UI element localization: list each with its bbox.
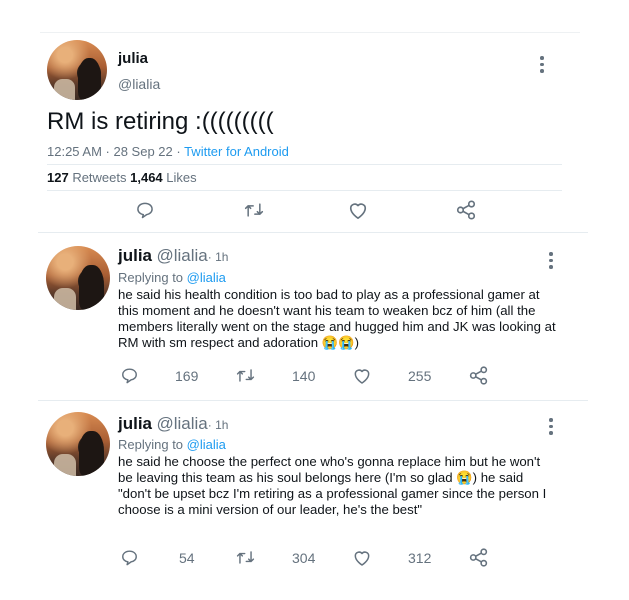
- like-count: 312: [408, 550, 432, 566]
- author-name[interactable]: julia: [118, 414, 152, 433]
- retweet-icon[interactable]: [235, 548, 256, 567]
- more-icon[interactable]: [549, 418, 553, 435]
- heart-icon[interactable]: [347, 200, 369, 220]
- more-icon[interactable]: [549, 252, 553, 269]
- heart-icon[interactable]: [352, 366, 372, 385]
- replying-prefix: Replying to: [118, 270, 187, 285]
- replying-handle-link[interactable]: @lialia: [187, 437, 226, 452]
- retweet-icon[interactable]: [243, 200, 265, 220]
- like-count: 255: [408, 368, 432, 384]
- author-name[interactable]: julia: [118, 50, 148, 67]
- reply-time[interactable]: · 1h: [208, 418, 229, 432]
- reply-count: 54: [179, 550, 195, 566]
- author-handle[interactable]: @lialia: [156, 414, 207, 433]
- replying-to: Replying to @lialia: [118, 437, 226, 452]
- likes-count[interactable]: 1,464: [130, 170, 163, 185]
- reply-icon[interactable]: [120, 366, 139, 385]
- timestamp-text: 12:25 AM · 28 Sep 22 ·: [47, 144, 185, 159]
- tweet-timestamp: 12:25 AM · 28 Sep 22 · Twitter for Andro…: [47, 144, 289, 159]
- reply-text: he said he choose the perfect one who's …: [118, 454, 547, 517]
- heart-icon[interactable]: [352, 548, 372, 567]
- reply-icon[interactable]: [120, 548, 139, 567]
- share-icon[interactable]: [468, 547, 489, 568]
- tweet-text: RM is retiring :(((((((((: [47, 108, 274, 135]
- retweets-count[interactable]: 127: [47, 170, 69, 185]
- reply-icon[interactable]: [135, 200, 155, 220]
- author-handle[interactable]: @lialia: [118, 76, 160, 92]
- retweet-count: 140: [292, 368, 316, 384]
- reply-count: 169: [175, 368, 199, 384]
- reply-time[interactable]: · 1h: [208, 250, 229, 264]
- reply-header: julia @lialia· 1h: [118, 246, 228, 266]
- stats-divider: [47, 190, 562, 191]
- section-divider: [38, 232, 588, 233]
- reply-header: julia @lialia· 1h: [118, 414, 228, 434]
- share-icon[interactable]: [455, 199, 477, 221]
- reply-text: he said his health condition is too bad …: [118, 287, 556, 350]
- author-handle[interactable]: @lialia: [156, 246, 207, 265]
- replying-to: Replying to @lialia: [118, 270, 226, 285]
- retweet-count: 304: [292, 550, 316, 566]
- section-divider: [38, 400, 588, 401]
- retweet-icon[interactable]: [235, 366, 256, 385]
- more-icon[interactable]: [540, 56, 544, 73]
- share-icon[interactable]: [468, 365, 489, 386]
- avatar[interactable]: [46, 412, 110, 476]
- avatar[interactable]: [47, 40, 107, 100]
- meta-divider: [47, 164, 562, 165]
- source-link[interactable]: Twitter for Android: [184, 144, 289, 159]
- replying-handle-link[interactable]: @lialia: [187, 270, 226, 285]
- retweets-label[interactable]: Retweets: [69, 170, 130, 185]
- author-name[interactable]: julia: [118, 246, 152, 265]
- top-divider: [40, 32, 580, 33]
- replying-prefix: Replying to: [118, 437, 187, 452]
- likes-label[interactable]: Likes: [163, 170, 196, 185]
- avatar[interactable]: [46, 246, 110, 310]
- engagement-stats: 127 Retweets 1,464 Likes: [47, 170, 197, 185]
